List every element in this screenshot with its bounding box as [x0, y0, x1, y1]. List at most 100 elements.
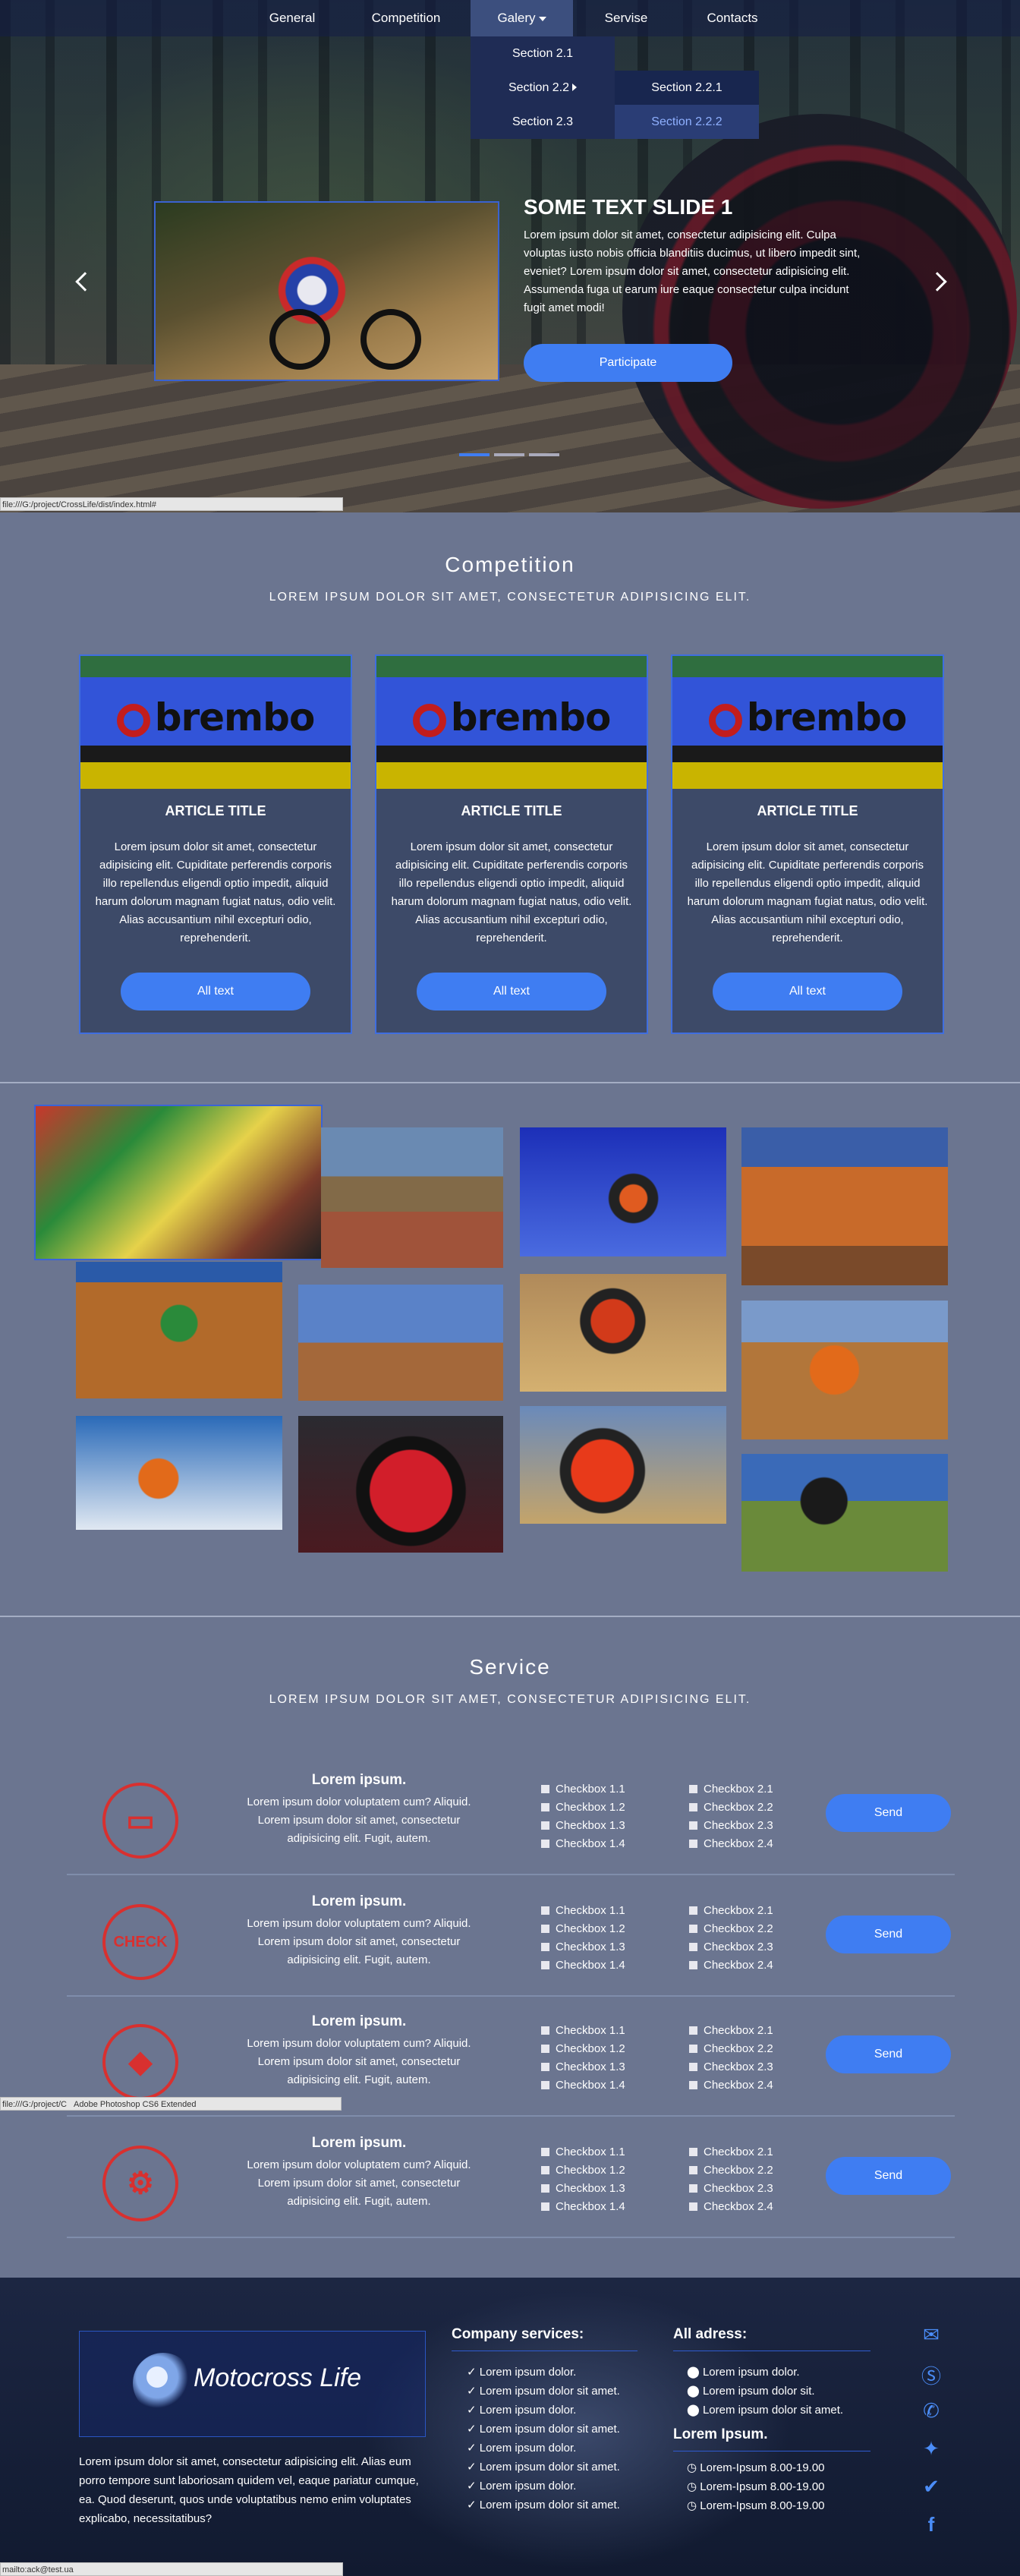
checkbox-item[interactable]: Checkbox 2.1 [689, 1902, 773, 1920]
checkbox-icon[interactable] [689, 2202, 697, 2211]
checkbox-icon[interactable] [689, 1803, 697, 1811]
gallery-photo[interactable] [298, 1285, 503, 1401]
checkbox-icon[interactable] [689, 2081, 697, 2089]
checkbox-item[interactable]: Checkbox 1.1 [541, 1780, 625, 1799]
nav-general[interactable]: General [258, 0, 326, 36]
gallery-photo[interactable] [741, 1127, 948, 1285]
gallery-photo[interactable] [520, 1406, 726, 1524]
send-button[interactable]: Send [826, 1915, 951, 1953]
checkbox-icon[interactable] [689, 1821, 697, 1830]
slider-dot-active[interactable] [459, 453, 490, 456]
nav-galery[interactable]: Galery [471, 0, 573, 36]
checkbox-item[interactable]: Checkbox 1.3 [541, 1938, 625, 1956]
slider-dot[interactable] [529, 453, 559, 456]
company-item[interactable]: ✓ Lorem ipsum dolor sit amet. [467, 2382, 620, 2401]
checkbox-icon[interactable] [689, 2148, 697, 2156]
checkbox-icon[interactable] [541, 1925, 549, 1933]
checkbox-icon[interactable] [541, 2045, 549, 2053]
checkbox-icon[interactable] [689, 1925, 697, 1933]
checkbox-icon[interactable] [541, 2184, 549, 2193]
checkbox-item[interactable]: Checkbox 1.1 [541, 2022, 625, 2040]
checkbox-icon[interactable] [689, 2166, 697, 2174]
checkbox-item[interactable]: Checkbox 1.4 [541, 2076, 625, 2095]
vk-icon[interactable]: ✔ [918, 2475, 944, 2501]
checkbox-item[interactable]: Checkbox 2.2 [689, 1799, 773, 1817]
gallery-photo[interactable] [76, 1416, 282, 1530]
checkbox-item[interactable]: Checkbox 1.4 [541, 1956, 625, 1975]
checkbox-icon[interactable] [541, 2063, 549, 2071]
checkbox-item[interactable]: Checkbox 1.2 [541, 1920, 625, 1938]
checkbox-icon[interactable] [689, 1906, 697, 1915]
dropdown-section-2-3[interactable]: Section 2.3 [471, 105, 615, 139]
checkbox-icon[interactable] [541, 1803, 549, 1811]
company-item[interactable]: ✓ Lorem ipsum dolor sit amet. [467, 2458, 620, 2477]
checkbox-icon[interactable] [689, 1785, 697, 1793]
checkbox-item[interactable]: Checkbox 2.3 [689, 2058, 773, 2076]
checkbox-icon[interactable] [541, 1785, 549, 1793]
checkbox-icon[interactable] [689, 2045, 697, 2053]
dropdown-section-2-2-1[interactable]: Section 2.2.1 [615, 71, 759, 105]
checkbox-icon[interactable] [689, 2063, 697, 2071]
mail-icon[interactable]: ✉ [918, 2323, 944, 2349]
checkbox-item[interactable]: Checkbox 2.1 [689, 1780, 773, 1799]
checkbox-item[interactable]: Checkbox 2.4 [689, 1956, 773, 1975]
gallery-photo[interactable] [76, 1262, 282, 1398]
checkbox-item[interactable]: Checkbox 2.1 [689, 2022, 773, 2040]
checkbox-icon[interactable] [541, 2148, 549, 2156]
checkbox-icon[interactable] [541, 2026, 549, 2035]
checkbox-item[interactable]: Checkbox 2.1 [689, 2143, 773, 2161]
send-button[interactable]: Send [826, 2157, 951, 2195]
slider-dot[interactable] [494, 453, 524, 456]
company-item[interactable]: ✓ Lorem ipsum dolor. [467, 2439, 620, 2458]
checkbox-item[interactable]: Checkbox 1.4 [541, 1835, 625, 1853]
company-item[interactable]: ✓ Lorem ipsum dolor. [467, 2401, 620, 2420]
company-item[interactable]: ✓ Lorem ipsum dolor sit amet. [467, 2420, 620, 2439]
facebook-icon[interactable]: f [918, 2513, 944, 2539]
checkbox-icon[interactable] [541, 1840, 549, 1848]
gallery-photo[interactable] [520, 1127, 726, 1256]
checkbox-item[interactable]: Checkbox 1.3 [541, 2058, 625, 2076]
checkbox-item[interactable]: Checkbox 2.4 [689, 1835, 773, 1853]
checkbox-item[interactable]: Checkbox 1.2 [541, 2161, 625, 2180]
nav-servise[interactable]: Servise [592, 0, 660, 36]
checkbox-item[interactable]: Checkbox 2.3 [689, 1938, 773, 1956]
checkbox-icon[interactable] [541, 1906, 549, 1915]
checkbox-item[interactable]: Checkbox 2.2 [689, 2161, 773, 2180]
all-text-button[interactable]: All text [417, 973, 606, 1011]
checkbox-item[interactable]: Checkbox 1.3 [541, 1817, 625, 1835]
checkbox-icon[interactable] [689, 1961, 697, 1969]
participate-button[interactable]: Participate [524, 344, 732, 382]
dropdown-section-2-1[interactable]: Section 2.1 [471, 36, 615, 71]
all-text-button[interactable]: All text [121, 973, 310, 1011]
checkbox-icon[interactable] [689, 2184, 697, 2193]
gallery-photo[interactable] [741, 1301, 948, 1439]
checkbox-item[interactable]: Checkbox 2.4 [689, 2076, 773, 2095]
twitter-icon[interactable]: ✦ [918, 2437, 944, 2463]
checkbox-icon[interactable] [541, 1821, 549, 1830]
gallery-photo[interactable] [321, 1127, 503, 1268]
company-item[interactable]: ✓ Lorem ipsum dolor. [467, 2363, 620, 2382]
checkbox-item[interactable]: Checkbox 1.2 [541, 2040, 625, 2058]
all-text-button[interactable]: All text [713, 973, 902, 1011]
checkbox-item[interactable]: Checkbox 1.3 [541, 2180, 625, 2198]
company-item[interactable]: ✓ Lorem ipsum dolor. [467, 2477, 620, 2496]
phone-icon[interactable]: ✆ [918, 2399, 944, 2425]
checkbox-icon[interactable] [689, 1840, 697, 1848]
dropdown-section-2-2-2[interactable]: Section 2.2.2 [615, 105, 759, 139]
checkbox-icon[interactable] [541, 2202, 549, 2211]
checkbox-icon[interactable] [541, 1943, 549, 1951]
nav-contacts[interactable]: Contacts [691, 0, 774, 36]
checkbox-item[interactable]: Checkbox 1.1 [541, 2143, 625, 2161]
checkbox-icon[interactable] [689, 1943, 697, 1951]
checkbox-item[interactable]: Checkbox 2.4 [689, 2198, 773, 2216]
company-item[interactable]: ✓ Lorem ipsum dolor sit amet. [467, 2496, 620, 2515]
send-button[interactable]: Send [826, 1794, 951, 1832]
checkbox-icon[interactable] [541, 2081, 549, 2089]
nav-competition[interactable]: Competition [364, 0, 448, 36]
gallery-photo-highlighted[interactable] [34, 1105, 323, 1260]
checkbox-item[interactable]: Checkbox 2.3 [689, 1817, 773, 1835]
checkbox-icon[interactable] [541, 2166, 549, 2174]
checkbox-icon[interactable] [541, 1961, 549, 1969]
gallery-photo[interactable] [520, 1274, 726, 1392]
checkbox-item[interactable]: Checkbox 2.2 [689, 1920, 773, 1938]
